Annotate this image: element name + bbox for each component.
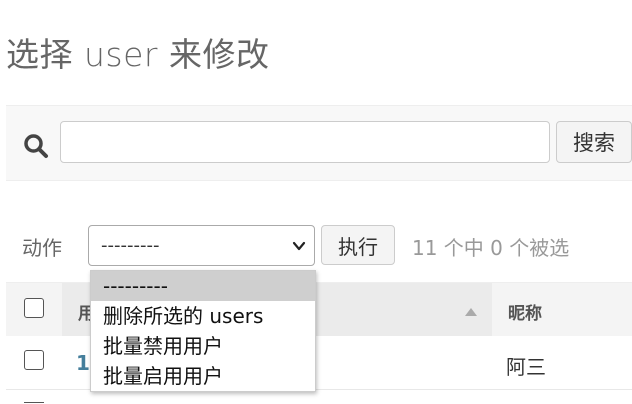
page-title: 选择 user 来修改 (6, 35, 270, 74)
search-toolbar: 搜索 (6, 105, 632, 181)
chevron-down-icon (292, 241, 306, 251)
search-button[interactable]: 搜索 (556, 121, 632, 163)
row-username-link[interactable]: 1 (76, 351, 90, 375)
search-icon (24, 134, 48, 158)
select-all-checkbox[interactable] (24, 298, 44, 318)
search-input[interactable] (60, 121, 550, 163)
action-option-enable[interactable]: 批量启用用户 (91, 361, 315, 391)
action-dropdown-list: --------- 删除所选的 users 批量禁用用户 批量启用用户 (90, 270, 316, 392)
row-checkbox[interactable] (24, 350, 44, 370)
actions-label: 动作 (22, 236, 62, 260)
action-select-value: --------- (101, 235, 160, 256)
action-option-none[interactable]: --------- (91, 271, 315, 301)
row-nickname: 阿三 (506, 355, 546, 379)
column-header-nickname[interactable]: 昵称 (508, 299, 542, 324)
action-option-delete[interactable]: 删除所选的 users (91, 301, 315, 331)
selection-counter: 11 个中 0 个被选 (412, 236, 570, 260)
action-option-disable[interactable]: 批量禁用用户 (91, 331, 315, 361)
go-button[interactable]: 执行 (321, 225, 395, 265)
sort-asc-icon[interactable] (464, 307, 478, 317)
action-select[interactable]: --------- (88, 225, 315, 266)
